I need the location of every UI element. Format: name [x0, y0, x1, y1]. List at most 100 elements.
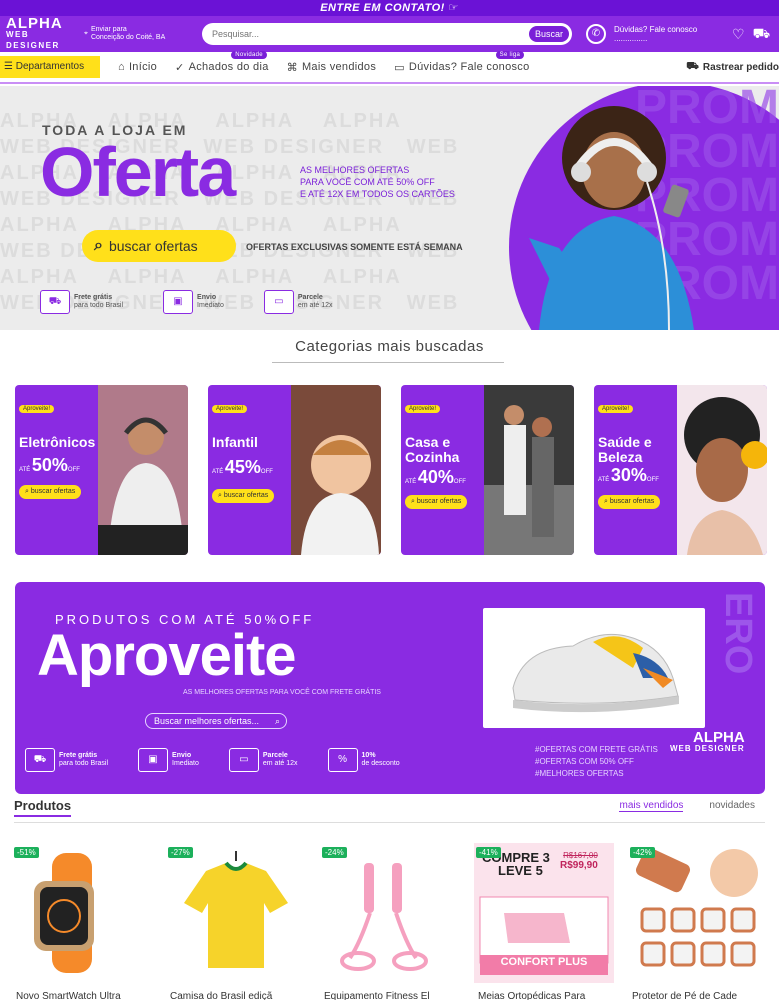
top-announcement-bar[interactable]: ENTRE EM CONTATO! ☞ — [0, 0, 779, 16]
search-input[interactable] — [212, 29, 529, 39]
promo-card-prices: R$167,00 R$99,90 — [560, 851, 598, 871]
category-search-button[interactable]: ⌕ buscar ofertas — [598, 495, 661, 509]
location-label: Enviar para — [90, 26, 127, 33]
benefit-title: Envio — [172, 752, 192, 759]
product-card-smartwatch[interactable]: -51% Novo SmartWatch Ultra — [12, 843, 152, 1000]
category-card-infantil[interactable]: Aproveite! Infantil ATÉ 45%OFF ⌕ buscar … — [208, 385, 381, 555]
benefit-dispatch: ▣ Envio Imediato — [138, 748, 199, 772]
product-image-fitness — [340, 863, 428, 971]
site-header: ALPHA WEB DESIGNER ⌖ Enviar para Conceiç… — [0, 16, 779, 52]
category-discount: ATÉ 45%OFF — [212, 457, 273, 477]
category-button-label: buscar ofertas — [416, 498, 462, 505]
category-card-eletronicos[interactable]: Aproveite! Eletrônicos ATÉ 50%OFF ⌕ busc… — [15, 385, 188, 555]
track-order-link[interactable]: ⛟ Rastrear pedido — [686, 61, 779, 74]
nav-label: Achados do dia — [188, 61, 269, 73]
nav-item-duvidas[interactable]: ▭ Dúvidas? Fale conosco Se liga — [394, 50, 529, 74]
product-name[interactable]: Meias Ortopédicas Para — [478, 991, 614, 1000]
credit-card-icon: ▭ — [263, 290, 294, 314]
benefit-sub: Imediato — [172, 760, 199, 767]
product-name[interactable]: Camisa do Brasil ediçã — [170, 991, 306, 1000]
hero-search-offers-button[interactable]: ⌕ buscar ofertas — [82, 230, 236, 262]
category-search-button[interactable]: ⌕ buscar ofertas — [405, 495, 468, 509]
help-title: Dúvidas? Fale conosco — [614, 25, 698, 34]
chat-icon: ▭ — [394, 61, 405, 74]
categories-divider — [272, 362, 504, 363]
hashtag: #OFERTAS COM FRETE GRÁTIS — [535, 745, 658, 754]
category-card-casa-cozinha[interactable]: Aproveite! Casa e Cozinha ATÉ 40%OFF ⌕ b… — [401, 385, 574, 555]
product-card-protetor[interactable]: -42% Protetor de Pé de Cade — [628, 843, 768, 1000]
product-name[interactable]: Novo SmartWatch Ultra — [16, 991, 152, 1000]
search-button[interactable]: Buscar — [528, 26, 569, 42]
nav-item-achados[interactable]: ✓ Achados do dia Novidade — [175, 50, 269, 74]
promo-brand: CONFORT PLUS — [500, 956, 588, 968]
help-sub: ............... — [614, 34, 648, 43]
benefit-discount: % 10% de desconto — [327, 748, 400, 772]
products-divider — [14, 822, 765, 823]
logo-line-1: ALPHA — [6, 14, 63, 32]
category-discount: ATÉ 50%OFF — [19, 455, 80, 475]
categories-grid: Aproveite! Eletrônicos ATÉ 50%OFF ⌕ busc… — [15, 385, 767, 555]
product-image-smartwatch — [34, 853, 94, 973]
product-card-fitness[interactable]: -24% Equipamento Fitness El — [320, 843, 460, 1000]
product-image-chair-protectors — [635, 847, 758, 967]
hero-woman-image — [529, 106, 694, 330]
category-search-button[interactable]: ⌕ buscar ofertas — [212, 489, 275, 503]
category-button-label: buscar ofertas — [223, 492, 269, 499]
heart-icon[interactable]: ♡ — [732, 26, 745, 43]
promo-title: Aproveite — [37, 623, 297, 688]
old-price: R$167,00 — [563, 851, 598, 860]
check-icon: ✓ — [175, 61, 185, 74]
nav-item-mais-vendidos[interactable]: ⌘ Mais vendidos — [287, 61, 377, 74]
benefit-installments: ▭ Parcele em até 12x — [263, 290, 333, 314]
sneaker-graphic — [512, 633, 679, 713]
category-image-child — [291, 385, 381, 555]
category-search-button[interactable]: ⌕ buscar ofertas — [19, 485, 82, 499]
category-image-woman — [677, 385, 767, 555]
nav-item-inicio[interactable]: ⌂ Início — [118, 61, 157, 73]
category-name: Casa e Cozinha — [405, 434, 460, 465]
promo-search-input[interactable]: Buscar melhores ofertas... ⌕ — [145, 713, 287, 729]
hero-title: Oferta — [40, 133, 236, 211]
benefit-title: Frete grátis — [59, 752, 98, 759]
cart-icon[interactable]: ⛟ — [753, 25, 771, 44]
site-logo[interactable]: ALPHA WEB DESIGNER — [6, 14, 76, 51]
whatsapp-icon[interactable]: ✆ — [586, 24, 606, 44]
category-pct: 45% — [224, 457, 261, 477]
benefit-title: Parcele — [262, 752, 288, 759]
promo-hashtags: #OFERTAS COM FRETE GRÁTIS #OFERTAS COM 5… — [535, 744, 658, 780]
promo-benefits: ⛟ Frete grátis para todo Brasil ▣ Envio Im… — [25, 748, 400, 772]
category-card-saude-beleza[interactable]: Aproveite! Saúde e Beleza ATÉ 30%OFF ⌕ b… — [594, 385, 767, 555]
benefit-installments: ▭ Parcele em até 12x — [228, 748, 298, 772]
product-card-meias[interactable]: COMPRE 3 LEVE 5 R$167,00 R$99,90 CONFORT… — [474, 843, 614, 1000]
promo-logo: ALPHA WEB DESIGNER — [670, 730, 745, 754]
product-card-camisa[interactable]: -27% Camisa do Brasil ediçã — [166, 843, 306, 1000]
category-tag: Aproveite! — [19, 405, 55, 413]
hand-icon: ☞ — [448, 2, 459, 14]
tab-mais-vendidos[interactable]: mais vendidos — [619, 800, 684, 812]
category-image-couple — [484, 385, 574, 555]
products-grid: -51% Novo SmartWatch Ultra -27% Camisa d… — [12, 843, 768, 1000]
category-discount: ATÉ 30%OFF — [598, 465, 659, 485]
promo-banner[interactable]: ERO PRODUTOS COM ATÉ 50%OFF Aproveite AS… — [15, 582, 765, 794]
search-icon: ⌕ — [274, 716, 280, 726]
benefit-sub: de desconto — [361, 760, 400, 767]
category-name: Saúde e Beleza — [598, 434, 652, 465]
location-selector[interactable]: ⌖ Enviar para Conceição do Coité, BA — [84, 26, 194, 42]
category-button-label: buscar ofertas — [609, 498, 655, 505]
nav-label: Mais vendidos — [301, 61, 377, 73]
category-pct: 30% — [610, 465, 647, 485]
hero-banner[interactable]: ALPHA ALPHA ALPHA ALPHA WEB DESIGNER WEB… — [0, 86, 779, 330]
product-name[interactable]: Protetor de Pé de Cade — [632, 991, 768, 1000]
hero-description: AS MELHORES OFERTAS PARA VOCÊ COM ATÉ 50… — [300, 164, 490, 200]
tab-novidades[interactable]: novidades — [709, 800, 755, 812]
percent-icon: % — [327, 748, 358, 772]
credit-card-icon: ▭ — [228, 748, 259, 772]
product-name[interactable]: Equipamento Fitness El — [324, 991, 460, 1000]
departments-button[interactable]: ☰ Departamentos — [0, 56, 100, 78]
discount-badge: -24% — [322, 847, 347, 858]
hero-exclusive-text: OFERTAS EXCLUSIVAS SOMENTE ESTÁ SEMANA — [246, 242, 463, 252]
nav-label: Início — [128, 61, 158, 73]
category-button-label: buscar ofertas — [30, 488, 76, 495]
help-contact[interactable]: Dúvidas? Fale conosco ............... — [614, 25, 724, 43]
discount-badge: -41% — [476, 847, 501, 858]
